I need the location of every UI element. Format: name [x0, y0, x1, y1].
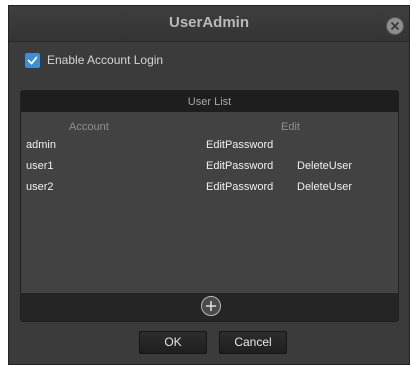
user-rows: admin EditPassword user1 EditPassword De… — [21, 136, 398, 199]
edit-password-link[interactable]: EditPassword — [206, 139, 273, 151]
close-button[interactable] — [386, 17, 404, 35]
ok-button[interactable]: OK — [139, 331, 207, 354]
cancel-button[interactable]: Cancel — [219, 331, 287, 354]
checkmark-icon — [27, 56, 38, 65]
column-header-edit: Edit — [281, 121, 300, 133]
account-cell: user2 — [26, 181, 54, 193]
title-bar: UserAdmin — [9, 6, 409, 42]
table-row[interactable]: user1 EditPassword DeleteUser — [21, 157, 398, 178]
user-list-panel: User List Account Edit admin EditPasswor… — [20, 90, 399, 322]
enable-login-checkbox[interactable] — [25, 53, 40, 68]
table-row[interactable]: admin EditPassword — [21, 136, 398, 157]
user-admin-dialog: UserAdmin Enable Account Login User List… — [8, 5, 410, 365]
column-header-account: Account — [69, 121, 109, 133]
table-row[interactable]: user2 EditPassword DeleteUser — [21, 178, 398, 199]
delete-user-link[interactable]: DeleteUser — [297, 160, 352, 172]
add-user-button[interactable] — [201, 296, 221, 316]
close-icon — [391, 22, 399, 30]
account-cell: user1 — [26, 160, 54, 172]
dialog-title: UserAdmin — [168, 14, 250, 31]
user-list-header: User List — [21, 91, 398, 112]
enable-login-label[interactable]: Enable Account Login — [47, 53, 163, 67]
plus-circle-icon — [205, 300, 217, 312]
edit-password-link[interactable]: EditPassword — [206, 181, 273, 193]
delete-user-link[interactable]: DeleteUser — [297, 181, 352, 193]
account-cell: admin — [26, 139, 56, 151]
user-list-footer — [21, 293, 398, 321]
user-list-title: User List — [187, 96, 232, 108]
edit-password-link[interactable]: EditPassword — [206, 160, 273, 172]
